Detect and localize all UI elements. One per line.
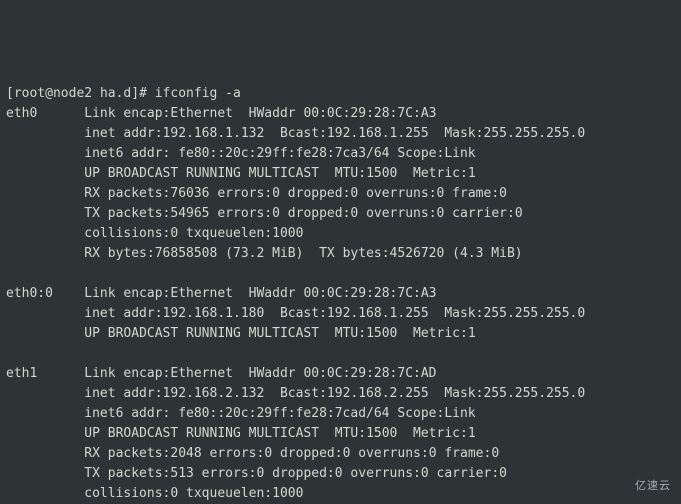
shell-prompt[interactable]: [root@node2 ha.d]# ifconfig -a bbox=[6, 86, 241, 101]
bcast: 192.168.1.255 bbox=[327, 126, 429, 141]
inet6-addr: fe80::20c:29ff:fe28:7cad/64 bbox=[178, 406, 389, 421]
link-encap: Ethernet bbox=[170, 366, 233, 381]
inet6-scope: Link bbox=[444, 146, 475, 161]
collisions: 0 bbox=[170, 226, 178, 241]
rx-packets: 2048 bbox=[170, 446, 201, 461]
watermark-text: 亿速云 bbox=[635, 476, 671, 496]
tx-errors: 0 bbox=[256, 466, 264, 481]
watermark: 亿速云 bbox=[609, 476, 671, 496]
inet-addr: 192.168.2.132 bbox=[163, 386, 265, 401]
tx-dropped: 0 bbox=[350, 206, 358, 221]
iface-eth0-0: eth0:0 Link encap:Ethernet HWaddr 00:0C:… bbox=[6, 286, 585, 341]
rx-errors: 0 bbox=[264, 446, 272, 461]
tx-overruns: 0 bbox=[437, 206, 445, 221]
tx-bytes: 4526720 bbox=[390, 246, 445, 261]
collisions: 0 bbox=[170, 486, 178, 501]
prompt-host: node2 bbox=[53, 86, 92, 101]
flags: UP BROADCAST RUNNING MULTICAST bbox=[84, 426, 319, 441]
tx-bytes-h: 4.3 MiB bbox=[460, 246, 515, 261]
inet-addr: 192.168.1.132 bbox=[163, 126, 265, 141]
hwaddr: 00:0C:29:28:7C:A3 bbox=[303, 286, 436, 301]
bcast: 192.168.1.255 bbox=[327, 306, 429, 321]
iface-eth0: eth0 Link encap:Ethernet HWaddr 00:0C:29… bbox=[6, 106, 585, 261]
rx-frame: 0 bbox=[491, 446, 499, 461]
rx-bytes-h: 73.2 MiB bbox=[233, 246, 296, 261]
rx-frame: 0 bbox=[499, 186, 507, 201]
prompt-user: root bbox=[14, 86, 45, 101]
iface-eth1: eth1 Link encap:Ethernet HWaddr 00:0C:29… bbox=[6, 366, 585, 504]
mtu: 1500 bbox=[366, 326, 397, 341]
hwaddr: 00:0C:29:28:7C:A3 bbox=[303, 106, 436, 121]
tx-packets: 54965 bbox=[170, 206, 209, 221]
txqueuelen: 1000 bbox=[272, 486, 303, 501]
rx-packets: 76036 bbox=[170, 186, 209, 201]
rx-overruns: 0 bbox=[437, 186, 445, 201]
tx-carrier: 0 bbox=[515, 206, 523, 221]
rx-dropped: 0 bbox=[350, 186, 358, 201]
link-encap: Ethernet bbox=[170, 106, 233, 121]
flags: UP BROADCAST RUNNING MULTICAST bbox=[84, 326, 319, 341]
prompt-command: ifconfig -a bbox=[155, 86, 241, 101]
metric: 1 bbox=[468, 166, 476, 181]
metric: 1 bbox=[468, 426, 476, 441]
prompt-cwd: ha.d bbox=[100, 86, 131, 101]
prompt-symbol: # bbox=[139, 86, 147, 101]
mask: 255.255.255.0 bbox=[483, 386, 585, 401]
mask: 255.255.255.0 bbox=[483, 126, 585, 141]
terminal-output: [root@node2 ha.d]# ifconfig -a eth0 Link… bbox=[6, 84, 675, 504]
cloud-icon bbox=[609, 479, 631, 493]
tx-carrier: 0 bbox=[499, 466, 507, 481]
tx-dropped: 0 bbox=[335, 466, 343, 481]
rx-errors: 0 bbox=[272, 186, 280, 201]
txqueuelen: 1000 bbox=[272, 226, 303, 241]
hwaddr: 00:0C:29:28:7C:AD bbox=[303, 366, 436, 381]
mask: 255.255.255.0 bbox=[483, 306, 585, 321]
iface-name: eth0:0 bbox=[6, 286, 53, 301]
metric: 1 bbox=[468, 326, 476, 341]
inet6-scope: Link bbox=[444, 406, 475, 421]
tx-overruns: 0 bbox=[421, 466, 429, 481]
inet6-addr: fe80::20c:29ff:fe28:7ca3/64 bbox=[178, 146, 389, 161]
mtu: 1500 bbox=[366, 426, 397, 441]
bcast: 192.168.2.255 bbox=[327, 386, 429, 401]
iface-name: eth1 bbox=[6, 366, 37, 381]
rx-overruns: 0 bbox=[429, 446, 437, 461]
mtu: 1500 bbox=[366, 166, 397, 181]
inet-addr: 192.168.1.180 bbox=[163, 306, 265, 321]
iface-name: eth0 bbox=[6, 106, 37, 121]
tx-packets: 513 bbox=[170, 466, 193, 481]
tx-errors: 0 bbox=[272, 206, 280, 221]
rx-bytes: 76858508 bbox=[155, 246, 218, 261]
link-encap: Ethernet bbox=[170, 286, 233, 301]
rx-dropped: 0 bbox=[343, 446, 351, 461]
flags: UP BROADCAST RUNNING MULTICAST bbox=[84, 166, 319, 181]
